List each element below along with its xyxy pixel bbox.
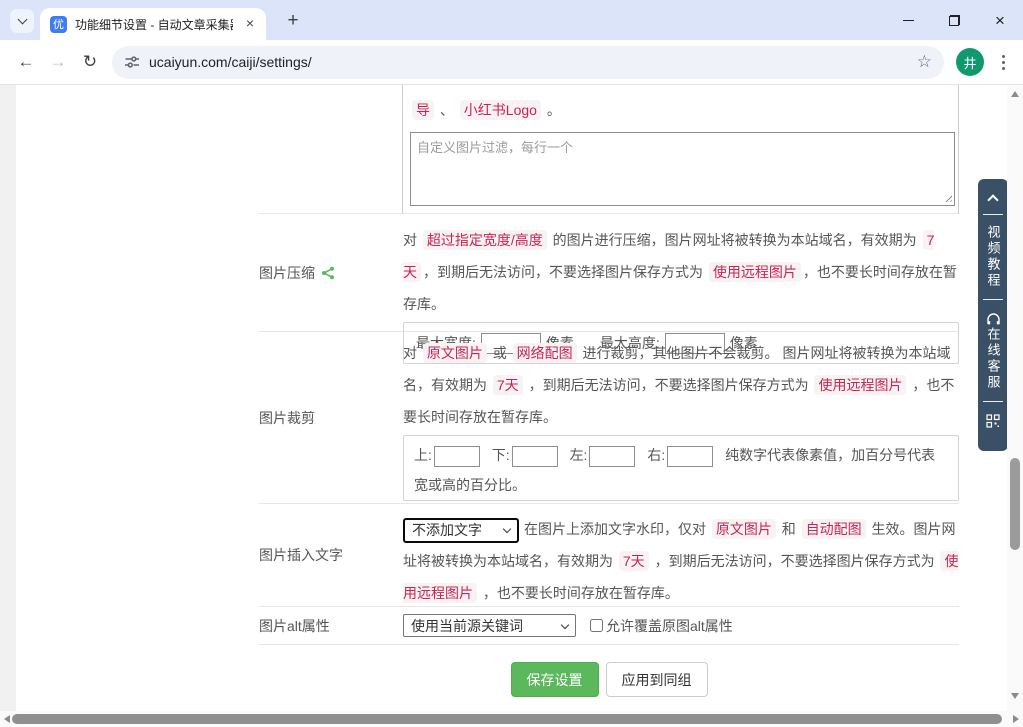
minimize-icon — [903, 20, 914, 21]
chevron-down-icon — [503, 525, 511, 533]
scroll-left-arrow-icon[interactable] — [4, 715, 10, 723]
watermark-select[interactable]: 不添加文字 — [403, 518, 519, 543]
row-image-alt: 图片alt属性 使用当前源关键词 允许覆盖原图alt属性 — [259, 607, 959, 645]
alt-override-option[interactable]: 允许覆盖原图alt属性 — [590, 616, 733, 636]
crop-top-input[interactable] — [434, 446, 480, 467]
image-watermark-label: 图片插入文字 — [259, 545, 343, 565]
watermark-select-value: 不添加文字 — [412, 514, 482, 546]
image-compress-label-cell: 图片压缩 — [259, 214, 403, 331]
page-content: 导 、 小红书Logo 。 图片压缩 — [16, 85, 1007, 711]
url-text[interactable]: ucaiyun.com/caiji/settings/ — [149, 54, 312, 70]
browser-tab[interactable]: 优 功能细节设置 - 自动文章采集器 × — [40, 8, 266, 40]
crop-margins-box: 上: 下: 左: 右: 纯数字代表像素值，加百分号代表宽或高的百分比。 — [403, 435, 959, 501]
crop-left-input[interactable] — [589, 446, 635, 467]
address-bar[interactable]: ucaiyun.com/caiji/settings/ ☆ — [112, 46, 944, 79]
image-crop-label: 图片裁剪 — [259, 408, 315, 428]
form-actions: 保存设置 应用到同组 — [259, 645, 959, 697]
browser-menu-button[interactable] — [993, 46, 1013, 78]
vertical-scrollbar-thumb[interactable] — [1010, 458, 1020, 550]
reload-button[interactable]: ↻ — [74, 46, 106, 78]
window-close-button[interactable]: × — [977, 0, 1023, 40]
image-compress-desc: 对 超过指定宽度/高度 的图片进行压缩，图片网址将被转换为本站域名，有效期为 7… — [403, 224, 959, 320]
bookmark-star-icon[interactable]: ☆ — [917, 52, 932, 72]
chevron-down-icon — [561, 620, 569, 628]
tab-close-icon[interactable]: × — [242, 16, 258, 32]
tab-title: 功能细节设置 - 自动文章采集器 — [75, 16, 233, 33]
row-image-filter: 导 、 小红书Logo 。 — [259, 85, 959, 214]
image-watermark-desc-wrap: 不添加文字 在图片上添加文字水印，仅对 原文图片 和 自动配图 生效。图片网址将… — [403, 513, 959, 609]
chevron-down-icon — [17, 15, 27, 25]
alt-source-select[interactable]: 使用当前源关键词 — [403, 614, 576, 637]
video-tutorial-link[interactable]: 视频教程 — [987, 225, 1000, 289]
crop-right-label: 右: — [647, 447, 665, 463]
scroll-up-arrow-icon[interactable] — [1011, 91, 1019, 97]
alt-override-label: 允许覆盖原图alt属性 — [606, 616, 733, 636]
site-favicon: 优 — [50, 16, 67, 33]
share-icon[interactable] — [321, 266, 335, 280]
crop-right-input[interactable] — [667, 446, 713, 467]
headset-icon[interactable] — [986, 312, 1001, 325]
row-image-compress: 图片压缩 对 超过指定宽度/高度 的图片进行压缩，图片网址将被转换为本站域名，有… — [259, 214, 959, 332]
image-crop-desc: 对 原文图片 或 网络配图 进行裁剪，其他图片不会裁剪。 图片网址将被转换为本站… — [403, 337, 959, 433]
image-crop-label-cell: 图片裁剪 — [259, 332, 403, 503]
restore-icon — [949, 15, 960, 26]
horizontal-scrollbar-thumb[interactable] — [12, 714, 1002, 724]
image-alt-label-cell: 图片alt属性 — [259, 616, 403, 636]
apply-to-group-button[interactable]: 应用到同组 — [606, 662, 708, 697]
image-filter-box: 导 、 小红书Logo 。 — [402, 85, 959, 214]
alt-override-checkbox[interactable] — [590, 619, 603, 632]
qr-code-icon[interactable] — [986, 414, 1000, 428]
window-controls: × — [885, 0, 1023, 40]
forward-button: → — [42, 46, 74, 78]
floating-side-panel: 视频教程 在线客服 — [978, 179, 1008, 451]
vertical-scrollbar[interactable] — [1007, 85, 1023, 711]
image-filter-intro: 导 、 小红书Logo 。 — [410, 94, 958, 126]
scroll-down-arrow-icon[interactable] — [1011, 693, 1019, 699]
crop-bottom-input[interactable] — [512, 446, 558, 467]
window-restore-button[interactable] — [931, 0, 977, 40]
new-tab-button[interactable]: + — [281, 9, 305, 33]
close-icon: × — [995, 12, 1005, 29]
collapse-chevron-up-icon[interactable] — [987, 194, 998, 205]
horizontal-scrollbar[interactable] — [0, 711, 1023, 727]
tab-search-button[interactable] — [10, 9, 34, 33]
crop-bottom-label: 下: — [492, 447, 510, 463]
settings-form: 导 、 小红书Logo 。 图片压缩 — [259, 85, 959, 697]
row-image-watermark: 图片插入文字 不添加文字 在图片上添加文字水印，仅对 原文图片 和 自动配图 生… — [259, 504, 959, 607]
crop-top-label: 上: — [414, 447, 432, 463]
image-filter-textarea[interactable] — [410, 132, 955, 206]
scroll-right-arrow-icon[interactable] — [1013, 715, 1019, 723]
profile-avatar[interactable]: 井 — [956, 48, 984, 76]
back-button[interactable]: ← — [10, 46, 42, 78]
alt-source-select-value: 使用当前源关键词 — [411, 616, 523, 636]
online-service-link[interactable]: 在线客服 — [987, 327, 1000, 391]
image-watermark-label-cell: 图片插入文字 — [259, 504, 403, 606]
row-image-crop: 图片裁剪 对 原文图片 或 网络配图 进行裁剪，其他图片不会裁剪。 图片网址将被… — [259, 332, 959, 504]
crop-left-label: 左: — [570, 447, 588, 463]
browser-navbar: ← → ↻ ucaiyun.com/caiji/settings/ ☆ 井 — [0, 40, 1023, 85]
tune-icon[interactable] — [124, 54, 140, 70]
browser-titlebar: 优 功能细节设置 - 自动文章采集器 × + × — [0, 0, 1023, 40]
window-minimize-button[interactable] — [885, 0, 931, 40]
image-compress-label: 图片压缩 — [259, 263, 315, 283]
image-alt-label: 图片alt属性 — [259, 616, 330, 636]
save-settings-button[interactable]: 保存设置 — [511, 662, 599, 697]
